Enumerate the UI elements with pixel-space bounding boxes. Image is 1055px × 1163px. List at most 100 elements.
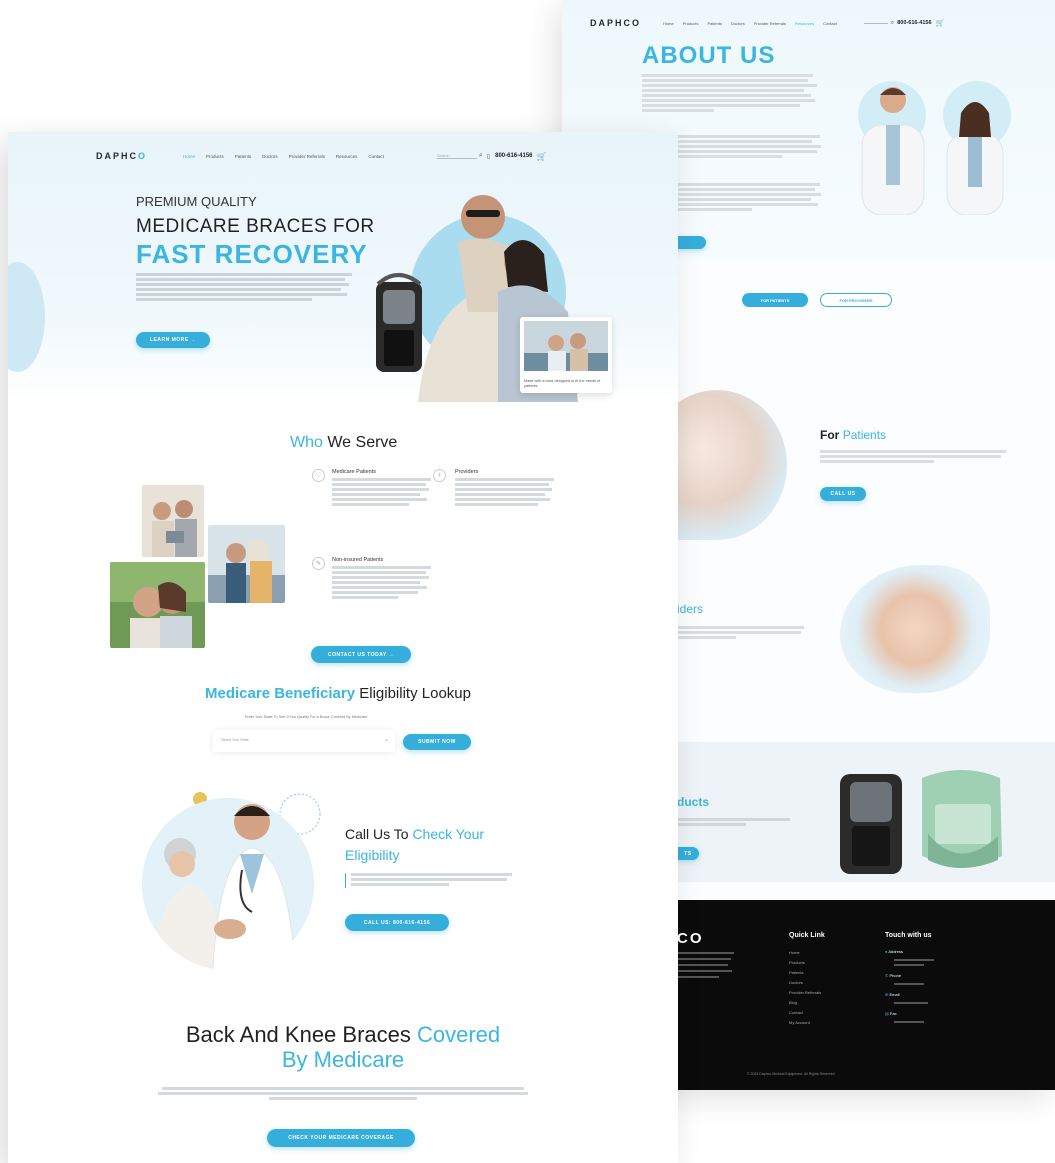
search-icon[interactable]: ⌕ xyxy=(479,152,483,160)
submit-now-button[interactable]: SUBMIT NOW xyxy=(403,734,471,750)
about-nav-resources[interactable]: Resources xyxy=(795,21,814,26)
card-photo xyxy=(524,321,608,371)
call-title-accent-2: Eligibility xyxy=(345,847,400,863)
call-us-phone-button[interactable]: CALL US: 800-616-4156 xyxy=(345,914,449,931)
quick-link-account[interactable]: My Account xyxy=(789,1018,821,1028)
about-search-input[interactable] xyxy=(863,22,888,24)
serve-medicare-title: Medicare Patients xyxy=(332,469,377,475)
fax-icon: ▤ xyxy=(885,1011,889,1016)
braces-title-main: Back And Knee Braces xyxy=(185,1022,411,1047)
doctors-image xyxy=(858,81,1011,215)
about-read-more-button[interactable] xyxy=(674,236,706,249)
braces-paragraph xyxy=(158,1087,528,1102)
braces-title: Back And Knee Braces Covered By Medicare xyxy=(8,1022,678,1072)
quick-link-referrals[interactable]: Provider Referrals xyxy=(789,988,821,998)
doctor-patient-image xyxy=(142,792,321,970)
about-paragraph-3 xyxy=(677,183,827,213)
hero-info-card: Made with a back designed to fit the nee… xyxy=(520,317,612,393)
home-page-preview: DAPHCO Home Products Patients Doctors Pr… xyxy=(8,132,678,1163)
medicare-patients-icon: ♡ xyxy=(312,469,325,482)
about-nav-products[interactable]: Products xyxy=(683,21,699,26)
email-label: Email xyxy=(889,992,900,997)
tab-for-patients[interactable]: FOR PATIENTS xyxy=(742,293,808,307)
about-nav-referrals[interactable]: Provider Referrals xyxy=(754,21,786,26)
about-logo[interactable]: DAPHCO xyxy=(590,18,641,28)
hero-line-3: FAST RECOVERY xyxy=(136,239,368,269)
search-icon[interactable]: ⌕ xyxy=(891,20,894,27)
who-we-serve-title: Who We Serve xyxy=(290,434,397,452)
call-paragraph xyxy=(345,873,515,888)
products-button[interactable]: TS xyxy=(677,847,699,860)
eligibility-title: Medicare Beneficiary Eligibility Lookup xyxy=(205,685,471,702)
serve-item-providers: Providers xyxy=(455,469,565,508)
eligibility-title-main: Eligibility Lookup xyxy=(359,685,471,702)
about-nav-patients[interactable]: Patients xyxy=(707,21,721,26)
phone-icon: ✆ xyxy=(885,973,889,978)
hero-card-caption: Made with a back designed to fit the nee… xyxy=(524,379,601,388)
braces-title-accent: Covered xyxy=(417,1022,501,1047)
nav-contact[interactable]: Contact xyxy=(368,154,384,159)
braces-product-image xyxy=(840,770,1002,874)
serve-non-insured-title: Non-insured Patients xyxy=(332,557,384,563)
about-title: ABOUT US xyxy=(642,42,776,69)
providers-icon: ⚕ xyxy=(433,469,446,482)
home-logo[interactable]: DAPHCO xyxy=(96,151,147,161)
eligibility-subtitle: Enter Your State To See If You Qualify F… xyxy=(245,715,368,719)
footer-about-text xyxy=(677,952,737,982)
nav-patients[interactable]: Patients xyxy=(235,154,251,159)
serve-photo-1 xyxy=(142,485,204,557)
quick-link-blog[interactable]: Blog xyxy=(789,998,821,1008)
serve-providers-title: Providers xyxy=(455,469,479,475)
about-nav-home[interactable]: Home xyxy=(663,21,674,26)
eligibility-title-accent: Medicare Beneficiary xyxy=(205,685,356,702)
address-label: Address xyxy=(888,949,903,954)
handshake-image xyxy=(840,565,990,693)
about-paragraph-1 xyxy=(642,74,822,114)
for-providers-title: iders xyxy=(677,602,704,616)
call-us-button[interactable]: CALL US xyxy=(820,487,866,501)
header-phone[interactable]: 800-616-4156 xyxy=(495,153,532,159)
for-providers-text xyxy=(677,626,807,641)
serve-item-medicare: Medicare Patients xyxy=(332,469,442,508)
quick-link-contact[interactable]: Contact xyxy=(789,1008,821,1018)
quick-link-title: Quick Link xyxy=(789,932,825,939)
braces-title-accent-2: By Medicare xyxy=(281,1047,405,1072)
who-title-main: We Serve xyxy=(327,434,398,451)
quick-link-home[interactable]: Home xyxy=(789,948,821,958)
tab-for-providers[interactable]: FOR PROVIDERS xyxy=(820,293,892,307)
nav-provider-referrals[interactable]: Provider Referrals xyxy=(289,154,325,159)
check-coverage-button[interactable]: CHECK YOUR MEDICARE COVERAGE xyxy=(267,1129,415,1147)
about-nav-contact[interactable]: Contact xyxy=(823,21,837,26)
home-nav-bar: DAPHCO Home Products Patients Doctors Pr… xyxy=(96,151,598,161)
learn-more-button[interactable]: LEARN MORE → xyxy=(136,332,210,348)
search-input[interactable]: Search xyxy=(436,153,477,159)
email-icon: ✉ xyxy=(885,992,889,997)
serve-item-non-insured: Non-insured Patients xyxy=(332,557,442,601)
quick-link-patients[interactable]: Patients xyxy=(789,968,821,978)
nav-resources[interactable]: Resources xyxy=(336,154,358,159)
quick-link-products[interactable]: Products xyxy=(789,958,821,968)
hero-line-1: PREMIUM QUALITY xyxy=(136,194,257,209)
for-patients-text xyxy=(820,450,1010,465)
nav-home[interactable]: Home xyxy=(183,154,195,159)
quick-link-doctors[interactable]: Doctors xyxy=(789,978,821,988)
nav-products[interactable]: Products xyxy=(206,154,224,159)
non-insured-icon: ✎ xyxy=(312,557,325,570)
about-nav-doctors[interactable]: Doctors xyxy=(731,21,745,26)
chevron-down-icon[interactable]: ⌄ xyxy=(384,736,389,743)
contact-us-today-button[interactable]: CONTACT US TODAY → xyxy=(311,646,411,663)
copyright: © 2023 Daphco Medical Equipment. All Rig… xyxy=(747,1072,836,1076)
state-select[interactable]: Select Your State xyxy=(221,738,249,742)
cart-icon[interactable]: 🛒 xyxy=(537,152,547,161)
serve-photo-3 xyxy=(110,562,205,648)
quick-links-list: Home Products Patients Doctors Provider … xyxy=(789,948,821,1028)
footer: CO Quick Link Home Products Patients Doc… xyxy=(677,900,1055,1090)
for-patients-title: For Patients xyxy=(820,428,886,442)
about-phone[interactable]: 800-616-4156 xyxy=(897,20,931,26)
call-title-main: Call Us To xyxy=(345,826,409,842)
logo-mark: O xyxy=(138,151,148,161)
footer-logo: CO xyxy=(677,930,704,947)
cart-icon[interactable]: 🛒 xyxy=(936,19,945,27)
nav-doctors[interactable]: Doctors xyxy=(262,154,278,159)
hero-paragraph xyxy=(136,273,356,303)
